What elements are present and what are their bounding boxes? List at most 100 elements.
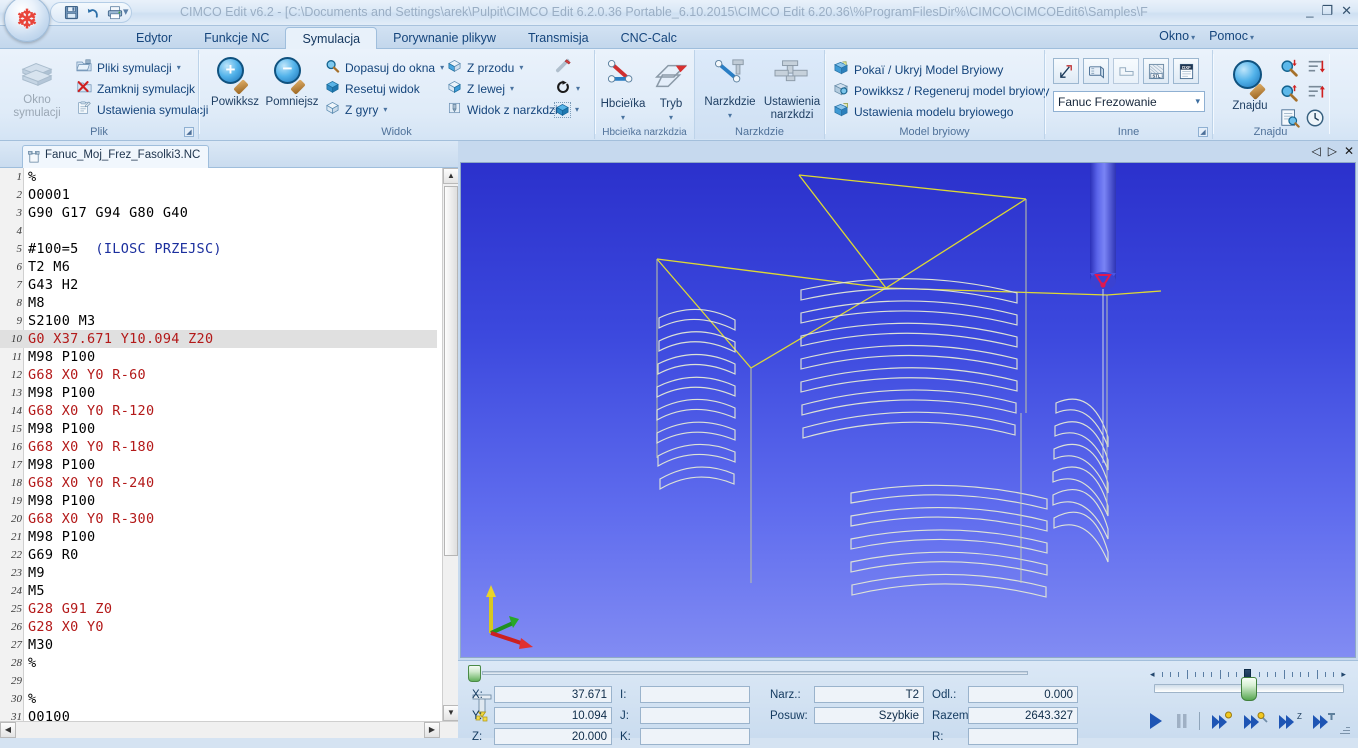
file-tab-fanuc[interactable]: Fanuc_Moj_Frez_Fasolki3.NC xyxy=(22,145,210,168)
code-line[interactable]: 23 M9 xyxy=(0,564,437,582)
value-odl[interactable]: 0.000 xyxy=(968,686,1078,703)
close-icon[interactable]: ✕ xyxy=(1344,144,1354,158)
code-line[interactable]: 14 G68 X0 Y0 R-120 xyxy=(0,402,437,420)
code-line[interactable]: 27 M30 xyxy=(0,636,437,654)
ustawienia-symulacji-button[interactable]: Ustawienia symulacji xyxy=(76,99,208,120)
restore-button[interactable]: ❐ xyxy=(1321,4,1333,18)
ustawienia-narzedzi-button[interactable]: Ustawienia narzkdzi xyxy=(761,58,823,122)
tab-edytor[interactable]: Edytor xyxy=(120,26,188,49)
tick-left-arrow-icon[interactable]: ◂ xyxy=(1150,669,1155,680)
code-line[interactable]: 3 G90 G17 G94 G80 G40 xyxy=(0,204,437,222)
close-button[interactable]: ✕ xyxy=(1341,4,1352,18)
render-icon[interactable] xyxy=(1083,58,1109,84)
code-line[interactable]: 26 G28 X0 Y0 xyxy=(0,618,437,636)
scroll-down-button[interactable]: ▼ xyxy=(443,705,459,721)
undo-icon[interactable] xyxy=(83,4,103,21)
resize-grip[interactable] xyxy=(1340,724,1350,734)
ustawienia-modelu-button[interactable]: Ustawienia modelu bryiowego xyxy=(833,101,1049,122)
code-line[interactable]: 29 xyxy=(0,672,437,690)
code-line[interactable]: 19 M98 P100 xyxy=(0,492,437,510)
code-line[interactable]: 15 M98 P100 xyxy=(0,420,437,438)
code-line[interactable]: 30% xyxy=(0,690,437,708)
print-icon[interactable] xyxy=(105,4,125,21)
code-line[interactable]: 28% xyxy=(0,654,437,672)
measure-button[interactable] xyxy=(555,57,595,78)
menu-okno[interactable]: Okno ▾ xyxy=(1159,29,1195,43)
pokaz-ukryj-model-button[interactable]: Pokaï / Ukryj Model Bryiowy xyxy=(833,59,1049,80)
rotate-button[interactable]: ▾ xyxy=(555,78,595,99)
znajdz-button[interactable]: Znajdu xyxy=(1221,58,1279,113)
position-slider-knob[interactable] xyxy=(468,665,481,682)
goto-end-icon[interactable] xyxy=(1305,83,1329,106)
value-y[interactable]: 10.094 xyxy=(494,707,612,724)
tab-transmisja[interactable]: Transmisja xyxy=(512,26,605,49)
menu-pomoc[interactable]: Pomoc ▾ xyxy=(1209,29,1254,43)
code-line[interactable]: 7 G43 H2 xyxy=(0,276,437,294)
powiksz-button[interactable]: + Powikksz xyxy=(205,56,265,109)
toolpath-button[interactable]: Hbcieïka ▾ xyxy=(597,58,649,124)
simulation-window-button[interactable]: Okno symulacji xyxy=(6,56,68,120)
code-line[interactable]: 2 O0001 xyxy=(0,186,437,204)
code-line[interactable]: 12 G68 X0 Y0 R-60 xyxy=(0,366,437,384)
tab-funkcje-nc[interactable]: Funkcje NC xyxy=(188,26,285,49)
value-j[interactable] xyxy=(640,707,750,724)
value-x[interactable]: 37.671 xyxy=(494,686,612,703)
code-line[interactable]: 24 M5 xyxy=(0,582,437,600)
code-line[interactable]: 9 S2100 M3 xyxy=(0,312,437,330)
value-r[interactable] xyxy=(968,728,1078,745)
pause-button[interactable] xyxy=(1174,711,1190,731)
scroll-up-button[interactable]: ▲ xyxy=(443,168,459,184)
prev-icon[interactable]: ◁ xyxy=(1311,144,1320,158)
speed-slider-knob[interactable] xyxy=(1241,677,1257,701)
widok-z-narzedzia-button[interactable]: Widok z narzkdzia xyxy=(447,99,565,120)
step-z-button[interactable]: Z xyxy=(1277,711,1302,731)
step-block-button[interactable] xyxy=(1209,711,1233,731)
pliki-symulacji-button[interactable]: Pliki symulacji ▾ xyxy=(76,57,208,78)
code-line[interactable]: 16 G68 X0 Y0 R-180 xyxy=(0,438,437,456)
stl-icon[interactable]: STL xyxy=(1143,58,1169,84)
code-line[interactable]: 6 T2 M6 xyxy=(0,258,437,276)
qat-customize-icon[interactable]: ▾ xyxy=(123,5,129,18)
position-slider[interactable] xyxy=(468,665,1028,682)
scroll-left-button[interactable]: ◀ xyxy=(0,722,16,738)
minimize-button[interactable]: _ xyxy=(1306,4,1313,18)
dopasuj-do-okna-button[interactable]: Dopasuj do okna ▾ xyxy=(325,57,445,78)
value-i[interactable] xyxy=(640,686,750,703)
dxf-icon[interactable]: DXF xyxy=(1173,58,1199,84)
tick-right-arrow-icon[interactable]: ▸ xyxy=(1341,669,1346,680)
find-prev-icon[interactable] xyxy=(1279,83,1303,106)
tab-porywnanie-plikyw[interactable]: Porywnanie plikyw xyxy=(377,26,512,49)
editor-horizontal-scrollbar[interactable]: ◀ ▶ xyxy=(0,721,458,738)
z-lewej-button[interactable]: Z lewej ▾ xyxy=(447,78,565,99)
postprocessor-select[interactable]: Fanuc Frezowanie ▾ xyxy=(1053,91,1205,112)
code-line[interactable]: 18 G68 X0 Y0 R-240 xyxy=(0,474,437,492)
pomniejsz-button[interactable]: − Pomniejsz xyxy=(261,56,323,109)
code-lines[interactable]: 1% 2 O0001 3 G90 G17 G94 G80 G40 4 5 #100=5 (IL… xyxy=(0,168,437,738)
inne-dialog-launcher[interactable]: ◢ xyxy=(1198,127,1208,137)
vertical-scroll-thumb[interactable] xyxy=(444,186,458,556)
code-line[interactable]: 10 G0 X37.671 Y10.094 Z20 xyxy=(0,330,437,348)
goto-start-icon[interactable] xyxy=(1305,58,1329,81)
code-line[interactable]: 11 M98 P100 xyxy=(0,348,437,366)
code-line[interactable]: 13 M98 P100 xyxy=(0,384,437,402)
window-icon[interactable] xyxy=(1113,58,1139,84)
zamknij-symulacje-button[interactable]: Zamknij symulacjk xyxy=(76,78,208,99)
code-line[interactable]: 4 xyxy=(0,222,437,240)
step-tool-button[interactable] xyxy=(1242,711,1268,731)
3d-viewport[interactable] xyxy=(460,162,1356,658)
play-button[interactable] xyxy=(1146,711,1165,731)
code-line[interactable]: 1% xyxy=(0,168,437,186)
code-line[interactable]: 5 #100=5 (ILOSC PRZEJSC) xyxy=(0,240,437,258)
value-narz[interactable]: T2 xyxy=(814,686,924,703)
export-icon[interactable] xyxy=(1053,58,1079,84)
code-line[interactable]: 20 G68 X0 Y0 R-300 xyxy=(0,510,437,528)
tryb-button[interactable]: Tryb ▾ xyxy=(649,58,693,124)
save-icon[interactable] xyxy=(61,4,81,21)
next-icon[interactable]: ▷ xyxy=(1328,144,1337,158)
plik-dialog-launcher[interactable]: ◢ xyxy=(184,127,194,137)
value-posuw[interactable]: Szybkie xyxy=(814,707,924,724)
code-line[interactable]: 21 M98 P100 xyxy=(0,528,437,546)
code-editor[interactable]: 1% 2 O0001 3 G90 G17 G94 G80 G40 4 5 #100=5 (IL… xyxy=(0,168,458,738)
resetuj-widok-button[interactable]: Resetuj widok xyxy=(325,78,445,99)
code-line[interactable]: 22 G69 R0 xyxy=(0,546,437,564)
